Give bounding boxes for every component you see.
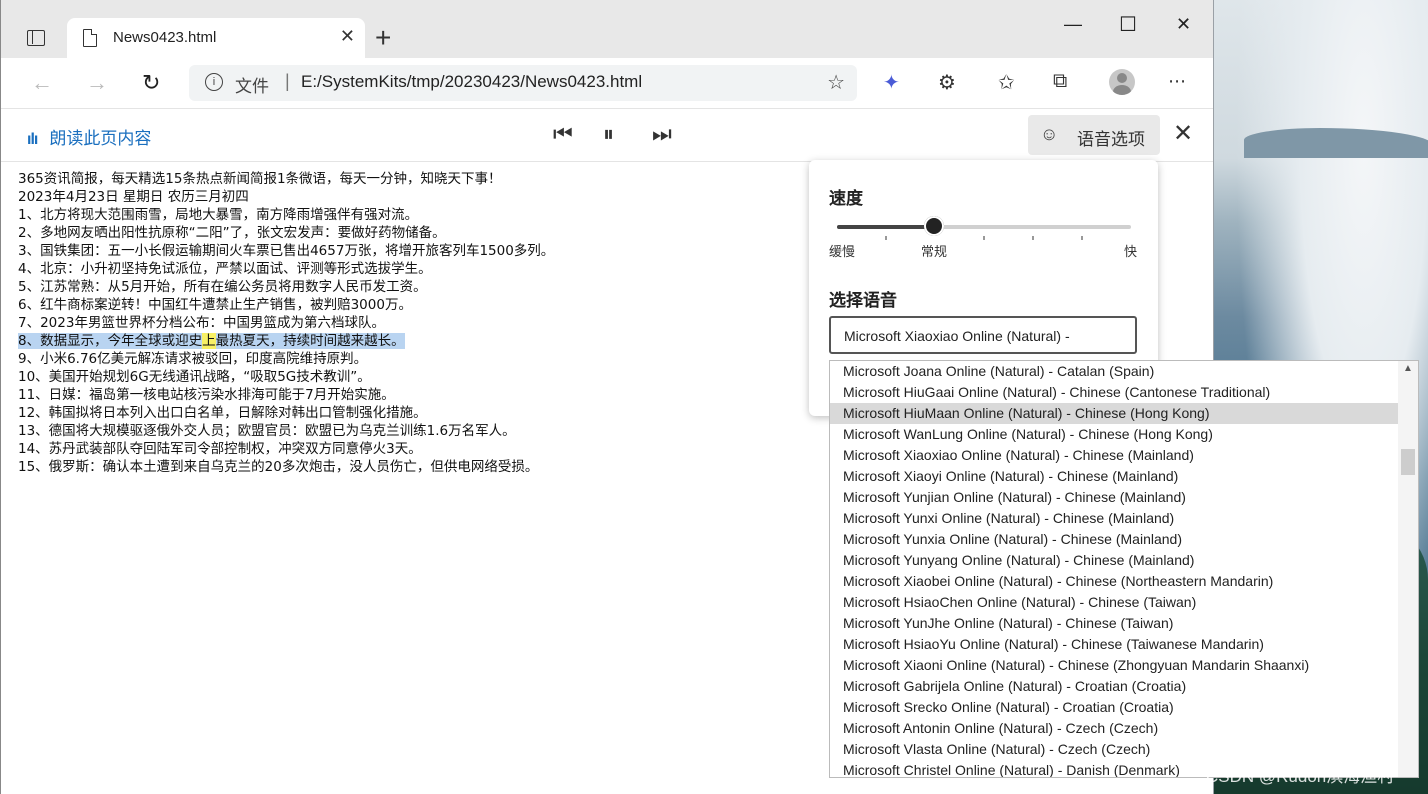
desktop-hill: [1244, 128, 1428, 158]
toolbar: ← → ↻ i 文件 | E:/SystemKits/tmp/20230423/…: [1, 58, 1213, 108]
voice-option[interactable]: Microsoft Xiaobei Online (Natural) - Chi…: [830, 571, 1398, 592]
article-line: 13、德国将大规模驱逐俄外交人员；欧盟官员：欧盟已为乌克兰训练1.6万名军人。: [18, 423, 516, 439]
voice-option[interactable]: Microsoft Xiaoyi Online (Natural) - Chin…: [830, 466, 1398, 487]
tab-close-icon[interactable]: ✕: [340, 26, 355, 47]
article-line: 7、2023年男篮世界杯分档公布：中国男篮成为第六档球队。: [18, 315, 385, 331]
scrollbar-thumb[interactable]: [1401, 449, 1415, 475]
read-aloud-label-wrap[interactable]: ılı 朗读此页内容: [27, 124, 151, 149]
profile-avatar[interactable]: [1109, 69, 1135, 95]
favorites-icon[interactable]: ✩: [998, 70, 1015, 95]
article-line: 3、国铁集团：五一小长假运输期间火车票已售出4657万张，将增开旅客列车1500…: [18, 243, 555, 259]
voice-option[interactable]: Microsoft Yunyang Online (Natural) - Chi…: [830, 550, 1398, 571]
voice-option[interactable]: Microsoft HsiaoYu Online (Natural) - Chi…: [830, 634, 1398, 655]
voice-option[interactable]: Microsoft Xiaoni Online (Natural) - Chin…: [830, 655, 1398, 676]
voice-dropdown-list[interactable]: ▲ Microsoft Joana Online (Natural) - Cat…: [829, 360, 1419, 778]
info-icon[interactable]: i: [205, 73, 223, 91]
article-line: 2023年4月23日 星期日 农历三月初四: [18, 189, 249, 205]
more-icon[interactable]: ⋯: [1168, 71, 1186, 92]
sound-wave-icon: ılı: [27, 131, 38, 148]
speed-label-slow: 缓慢: [829, 244, 856, 259]
reading-current-word: 上: [202, 333, 216, 349]
article-line: 12、韩国拟将日本列入出口白名单，日解除对韩出口管制强化措施。: [18, 405, 427, 421]
address-bar[interactable]: i 文件 | E:/SystemKits/tmp/20230423/News04…: [189, 65, 857, 101]
watermark: CSDN @Rudon滨海渔村: [1206, 767, 1395, 786]
select-voice-heading: 选择语音: [829, 291, 897, 310]
article-line: 4、北京：小升初坚持免试派位，严禁以面试、评测等形式选拔学生。: [18, 261, 432, 277]
article-line: 10、美国开始规划6G无线通讯战略，“吸取5G技术教训”。: [18, 369, 371, 385]
scroll-up-icon[interactable]: ▲: [1403, 363, 1413, 374]
collections-icon[interactable]: ⧉: [1053, 70, 1067, 93]
tab-title: News0423.html: [113, 29, 217, 46]
tab-news0423[interactable]: News0423.html ✕: [67, 18, 365, 58]
speed-slider-handle[interactable]: [924, 216, 945, 236]
extensions-icon[interactable]: ⚙: [938, 70, 956, 95]
back-icon[interactable]: ←: [31, 70, 53, 96]
voice-option[interactable]: Microsoft WanLung Online (Natural) - Chi…: [830, 424, 1398, 445]
read-aloud-label: 朗读此页内容: [49, 129, 152, 148]
voice-options-label: 语音选项: [1077, 130, 1145, 149]
article-line: 1、北方将现大范围雨雪，局地大暴雪，南方降雨增强伴有强对流。: [18, 207, 419, 223]
voice-option[interactable]: Microsoft HiuMaan Online (Natural) - Chi…: [830, 403, 1398, 424]
url-text[interactable]: E:/SystemKits/tmp/20230423/News0423.html: [301, 72, 642, 92]
article-line: 14、苏丹武装部队夺回陆军司令部控制权，冲突双方同意停火3天。: [18, 441, 422, 457]
article-line-reading: 8、数据显示，今年全球或迎史上最热夏天，持续时间越来越长。: [18, 332, 818, 350]
reading-sentence-after: 最热夏天，持续时间越来越长。: [215, 333, 405, 349]
voice-select[interactable]: Microsoft Xiaoxiao Online (Natural) -: [829, 316, 1137, 354]
minimize-icon[interactable]: —: [1064, 14, 1082, 35]
add-favorite-icon[interactable]: ☆: [827, 70, 845, 95]
forward-icon[interactable]: →: [86, 70, 108, 96]
voice-option[interactable]: Microsoft HsiaoChen Online (Natural) - C…: [830, 592, 1398, 613]
speed-tick: [885, 236, 887, 240]
speed-tick: [983, 236, 985, 240]
voice-options-button[interactable]: ☺ 语音选项: [1028, 115, 1160, 155]
article-line: 365资讯简报，每天精选15条热点新闻简报1条微语，每天一分钟，知晓天下事！: [18, 171, 502, 187]
title-bar: News0423.html ✕ + — ☐ ✕: [1, 0, 1213, 58]
article-line: 5、江苏常熟：从5月开始，所有在编公务员将用数字人民币发工资。: [18, 279, 427, 295]
article-line: 2、多地网友晒出阳性抗原称“二阳”了，张文宏发声：要做好药物储备。: [18, 225, 446, 241]
voice-option[interactable]: Microsoft Antonin Online (Natural) - Cze…: [830, 718, 1398, 739]
speed-label-normal: 常规: [921, 244, 948, 259]
extension-bird-icon[interactable]: ✦: [883, 70, 900, 95]
voice-option[interactable]: Microsoft Yunjian Online (Natural) - Chi…: [830, 487, 1398, 508]
voice-option[interactable]: Microsoft Joana Online (Natural) - Catal…: [830, 361, 1398, 382]
voice-option[interactable]: Microsoft Xiaoxiao Online (Natural) - Ch…: [830, 445, 1398, 466]
voice-option[interactable]: Microsoft Yunxi Online (Natural) - Chine…: [830, 508, 1398, 529]
maximize-icon[interactable]: ☐: [1119, 12, 1137, 37]
speed-slider-fill: [837, 225, 935, 229]
reading-sentence-before: 8、数据显示，今年全球或迎史: [18, 333, 203, 349]
read-aloud-bar: ılı 朗读此页内容 ⏮ ⏸ ⏭ ☺ 语音选项 ✕: [1, 108, 1213, 162]
scheme-label: 文件: [235, 77, 269, 96]
article-line: 9、小米6.76亿美元解冻请求被驳回，印度高院维持原判。: [18, 351, 368, 367]
voice-option[interactable]: Microsoft HiuGaai Online (Natural) - Chi…: [830, 382, 1398, 403]
voice-select-value: Microsoft Xiaoxiao Online (Natural) -: [844, 328, 1070, 344]
speed-heading: 速度: [829, 189, 863, 208]
voice-icon: ☺: [1040, 124, 1059, 144]
voice-option[interactable]: Microsoft YunJhe Online (Natural) - Chin…: [830, 613, 1398, 634]
address-separator: |: [285, 71, 290, 91]
tab-actions-icon[interactable]: [25, 28, 47, 48]
voice-option[interactable]: Microsoft Gabrijela Online (Natural) - C…: [830, 676, 1398, 697]
voice-option[interactable]: Microsoft Srecko Online (Natural) - Croa…: [830, 697, 1398, 718]
speed-label-fast: 快: [1124, 244, 1138, 259]
article-content: 365资讯简报，每天精选15条热点新闻简报1条微语，每天一分钟，知晓天下事！ 2…: [18, 170, 818, 476]
close-read-aloud-icon[interactable]: ✕: [1173, 119, 1193, 148]
article-line: 15、俄罗斯：确认本土遭到来自乌克兰的20多次炮击，没人员伤亡，但供电网络受损。: [18, 459, 539, 475]
article-line: 6、红牛商标案逆转！中国红牛遭禁止生产销售，被判赔3000万。: [18, 297, 412, 313]
article-line: 11、日媒：福岛第一核电站核污染水排海可能于7月开始实施。: [18, 387, 395, 403]
speed-tick: [1032, 236, 1034, 240]
next-icon[interactable]: ⏭: [652, 121, 672, 147]
voice-option[interactable]: Microsoft Vlasta Online (Natural) - Czec…: [830, 739, 1398, 760]
new-tab-button[interactable]: +: [375, 24, 391, 52]
speed-tick: [1081, 236, 1083, 240]
voice-option[interactable]: Microsoft Yunxia Online (Natural) - Chin…: [830, 529, 1398, 550]
dropdown-scrollbar[interactable]: ▲: [1398, 361, 1418, 777]
document-icon: [83, 29, 97, 47]
pause-icon[interactable]: ⏸: [603, 121, 614, 147]
refresh-icon[interactable]: ↻: [142, 70, 160, 96]
previous-icon[interactable]: ⏮: [553, 121, 573, 147]
close-window-icon[interactable]: ✕: [1176, 14, 1191, 35]
